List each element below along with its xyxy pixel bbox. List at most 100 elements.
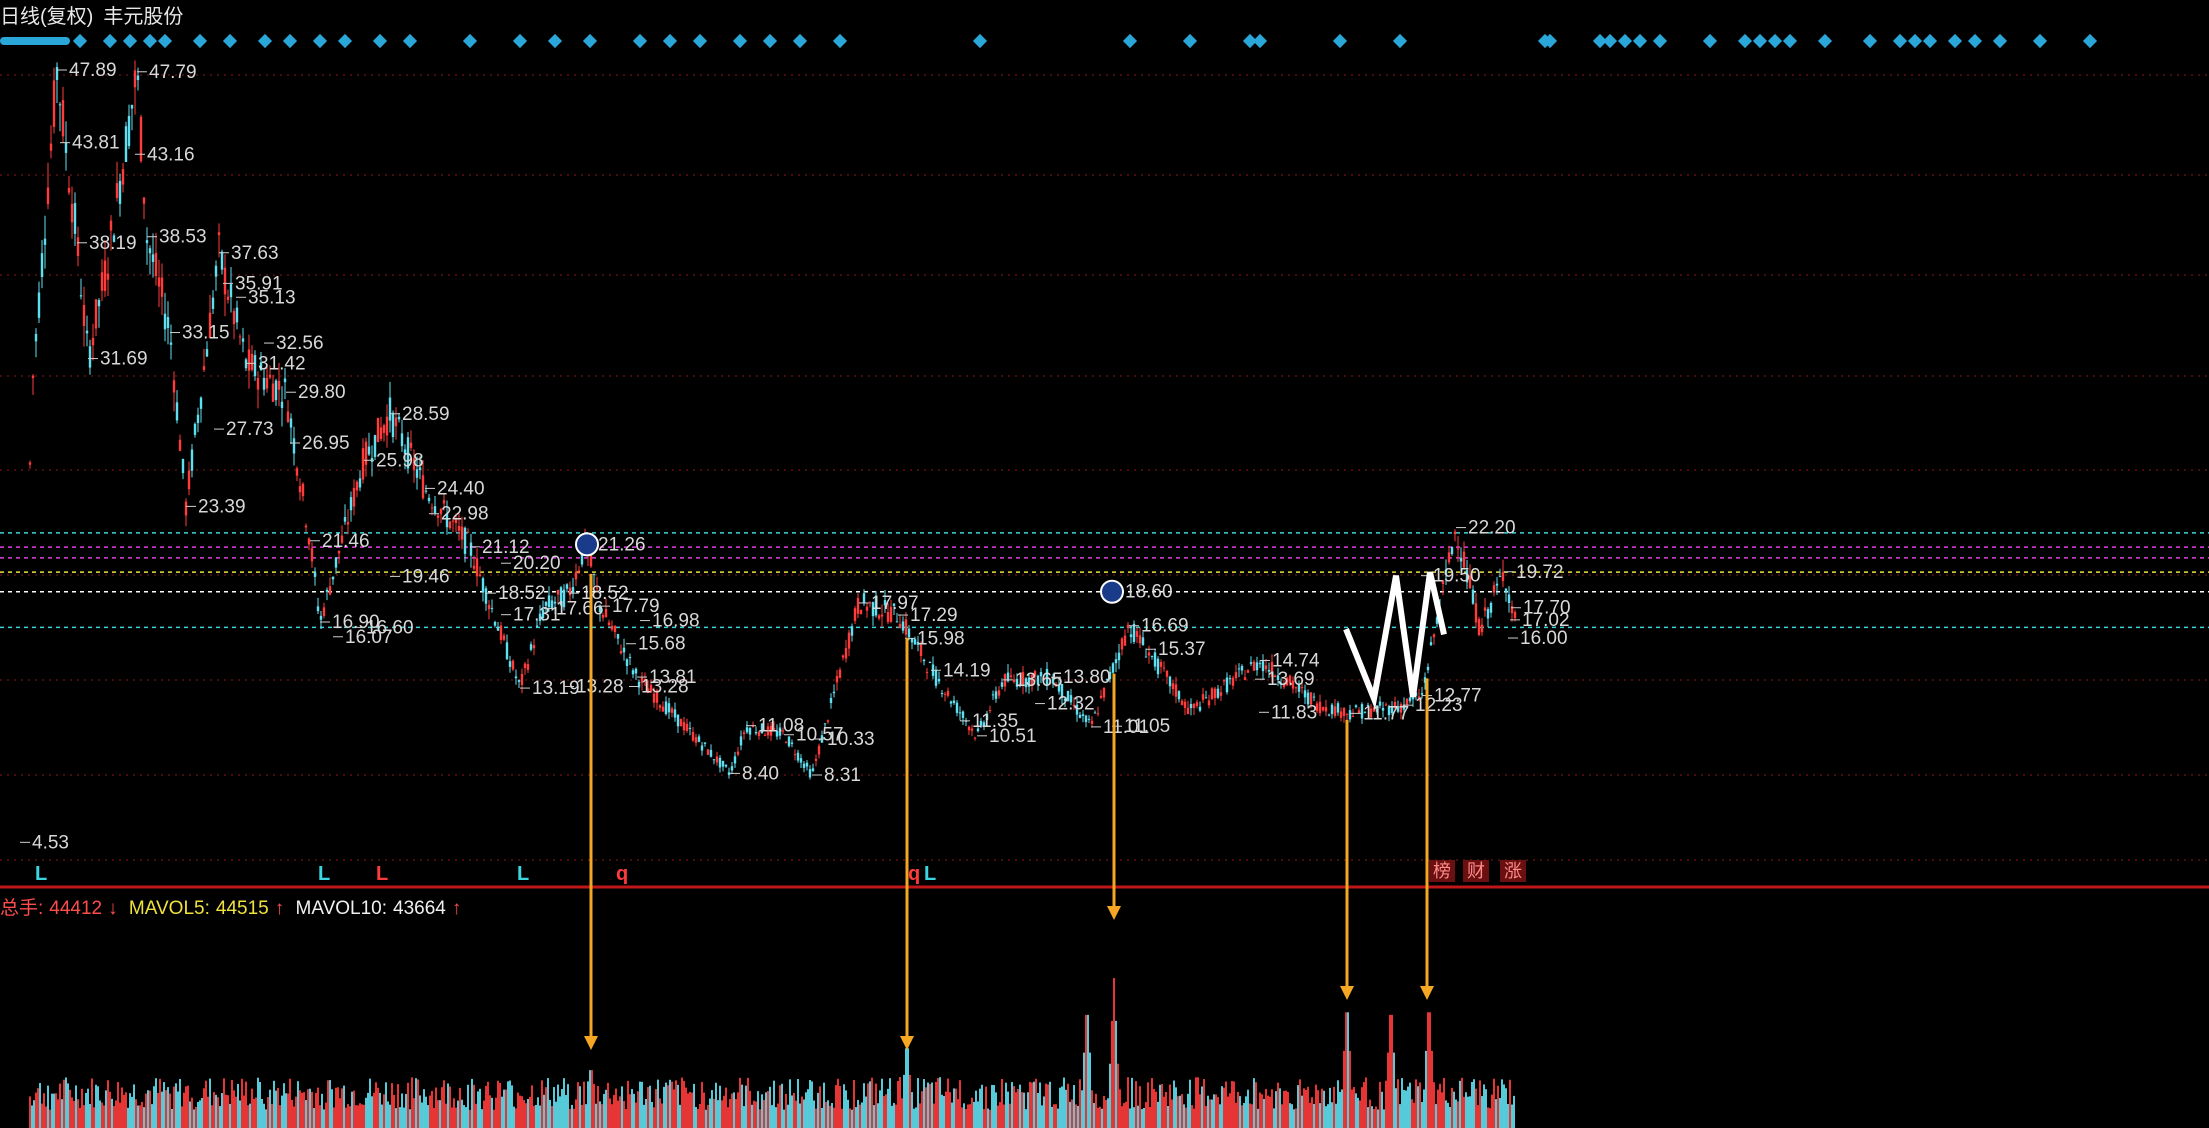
volume-bar <box>1007 1091 1009 1128</box>
volume-bar <box>715 1082 717 1128</box>
candle-body <box>217 232 221 236</box>
volume-bar <box>1481 1096 1483 1128</box>
volume-bar <box>1507 1103 1509 1128</box>
price-label: 26.95 <box>302 433 350 454</box>
candle-body <box>1498 576 1502 578</box>
volume-bar <box>1023 1092 1025 1128</box>
candle-body <box>166 317 170 329</box>
volume-bar <box>1321 1088 1323 1128</box>
badge[interactable]: 榜 <box>1429 860 1455 882</box>
candle-body <box>64 141 68 153</box>
volume-bar <box>1299 1079 1301 1128</box>
volume-bar <box>1059 1087 1061 1128</box>
candle-body <box>289 418 293 428</box>
volume-bar <box>547 1078 549 1128</box>
volume-bar <box>167 1087 169 1128</box>
candle-body <box>157 277 161 287</box>
candle-body <box>940 693 944 695</box>
volume-bar <box>1075 1104 1077 1128</box>
arrow-head <box>1340 986 1354 1000</box>
volume-bar <box>897 1081 899 1128</box>
volume-bar <box>127 1107 129 1128</box>
volume-bar <box>741 1084 743 1128</box>
candle-body <box>172 380 176 393</box>
volume-bar <box>441 1087 443 1128</box>
candle-body <box>1117 652 1121 661</box>
candle-body <box>1258 663 1262 665</box>
volume-bar <box>349 1106 351 1128</box>
kline-chart[interactable]: 47.89 47.7943.8143.1638.19 38.5337.6335.91… <box>0 0 2209 1128</box>
volume-bar <box>1065 1089 1067 1128</box>
candle-body <box>472 565 476 569</box>
volume-bar <box>491 1097 493 1128</box>
volume-bar <box>345 1107 347 1128</box>
volume-bar <box>1423 1089 1425 1128</box>
volume-bar <box>579 1086 581 1128</box>
candle-body <box>1099 695 1103 698</box>
volume-bar <box>1061 1086 1063 1128</box>
volume-bar <box>885 1094 887 1128</box>
candle-body <box>43 238 47 245</box>
volume-bar <box>1501 1079 1503 1128</box>
volume-bar <box>377 1087 379 1128</box>
price-label: 13.28 <box>641 676 689 697</box>
volume-bar <box>297 1081 299 1128</box>
volume-bar <box>387 1101 389 1128</box>
volume-bar <box>663 1086 665 1128</box>
arrow-head <box>1420 986 1434 1000</box>
signal-diamond <box>1947 33 1963 49</box>
volume-bar <box>935 1081 937 1128</box>
volume-bar <box>63 1079 65 1128</box>
candle-body <box>307 538 311 545</box>
volume-bar <box>489 1095 491 1128</box>
mavol5-label: MAVOL5: <box>128 898 210 919</box>
price-label: 16.07 <box>345 627 393 648</box>
candle-body <box>493 621 497 626</box>
volume-bar <box>139 1105 141 1128</box>
volume-bar <box>985 1086 987 1128</box>
volume-bar <box>751 1104 753 1128</box>
price-label: 4.53 <box>32 832 69 853</box>
volume-bar <box>581 1104 583 1128</box>
price-label: 25.98 <box>376 450 424 471</box>
volume-bar <box>649 1085 651 1128</box>
volume-bar <box>1237 1091 1239 1128</box>
volume-bar <box>1449 1106 1451 1128</box>
candle-body <box>1171 683 1175 690</box>
volume-bar <box>117 1081 119 1128</box>
volume-bar <box>1241 1105 1243 1128</box>
volume-bar <box>43 1093 45 1128</box>
volume-bar <box>599 1101 601 1128</box>
candle-body <box>661 706 665 712</box>
volume-bar <box>767 1091 769 1128</box>
volume-bar <box>385 1082 387 1128</box>
volume-bar <box>757 1091 759 1128</box>
volume-bar <box>1511 1104 1513 1128</box>
volume-bar <box>729 1099 731 1128</box>
candle-body <box>70 203 74 223</box>
candle-body <box>895 621 899 623</box>
candle-body <box>622 647 626 653</box>
price-label: 23.39 <box>198 496 246 517</box>
candle-body <box>682 722 686 731</box>
volume-bar <box>499 1082 501 1128</box>
candle-body <box>829 697 833 704</box>
volume-bar <box>1339 1091 1341 1128</box>
grid-lines <box>0 74 2209 889</box>
volume-bar <box>847 1099 849 1128</box>
volume-bar <box>487 1081 489 1128</box>
candle-body <box>319 615 323 620</box>
candle-body <box>397 416 401 420</box>
candle-body <box>526 664 530 670</box>
volume-bar <box>395 1108 397 1128</box>
volume-bar <box>589 1070 591 1128</box>
volume-bar <box>605 1089 607 1128</box>
badge[interactable]: 涨 <box>1500 860 1526 882</box>
candle-body <box>1165 670 1169 677</box>
candle-body <box>55 67 59 80</box>
badge[interactable]: 财 <box>1463 860 1489 882</box>
candle-body <box>325 589 329 592</box>
volume-bar <box>125 1092 127 1128</box>
volume-bar <box>629 1094 631 1128</box>
signal-diamond <box>1862 33 1878 49</box>
